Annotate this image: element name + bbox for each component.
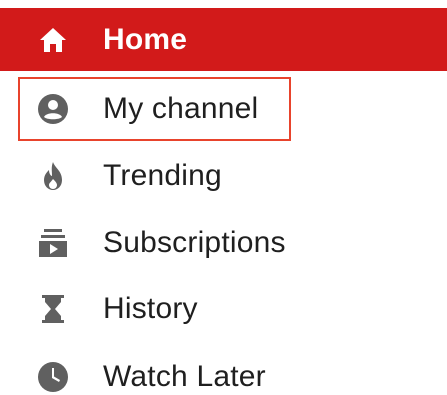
hourglass-icon: [36, 292, 70, 326]
sidebar-item-subscriptions[interactable]: Subscriptions: [0, 211, 320, 275]
flame-icon: [36, 159, 70, 193]
sidebar-item-label: History: [103, 292, 198, 325]
sidebar-item-watch-later[interactable]: Watch Later: [0, 345, 300, 395]
account-icon: [36, 92, 70, 126]
sidebar-nav: Home My channel Trending Subscriptions H…: [0, 0, 447, 395]
sidebar-item-trending[interactable]: Trending: [0, 144, 300, 208]
sidebar-item-my-channel[interactable]: My channel: [0, 77, 300, 141]
clock-icon: [36, 360, 70, 394]
subscriptions-icon: [36, 226, 70, 260]
sidebar-item-label: Subscriptions: [103, 226, 286, 259]
sidebar-item-label: Trending: [103, 159, 222, 192]
sidebar-item-label: Watch Later: [103, 360, 266, 393]
home-icon: [36, 23, 70, 57]
sidebar-item-label: Home: [103, 22, 188, 56]
sidebar-item-home[interactable]: Home: [0, 8, 447, 71]
sidebar-item-history[interactable]: History: [0, 277, 300, 341]
sidebar-item-label: My channel: [103, 92, 259, 125]
